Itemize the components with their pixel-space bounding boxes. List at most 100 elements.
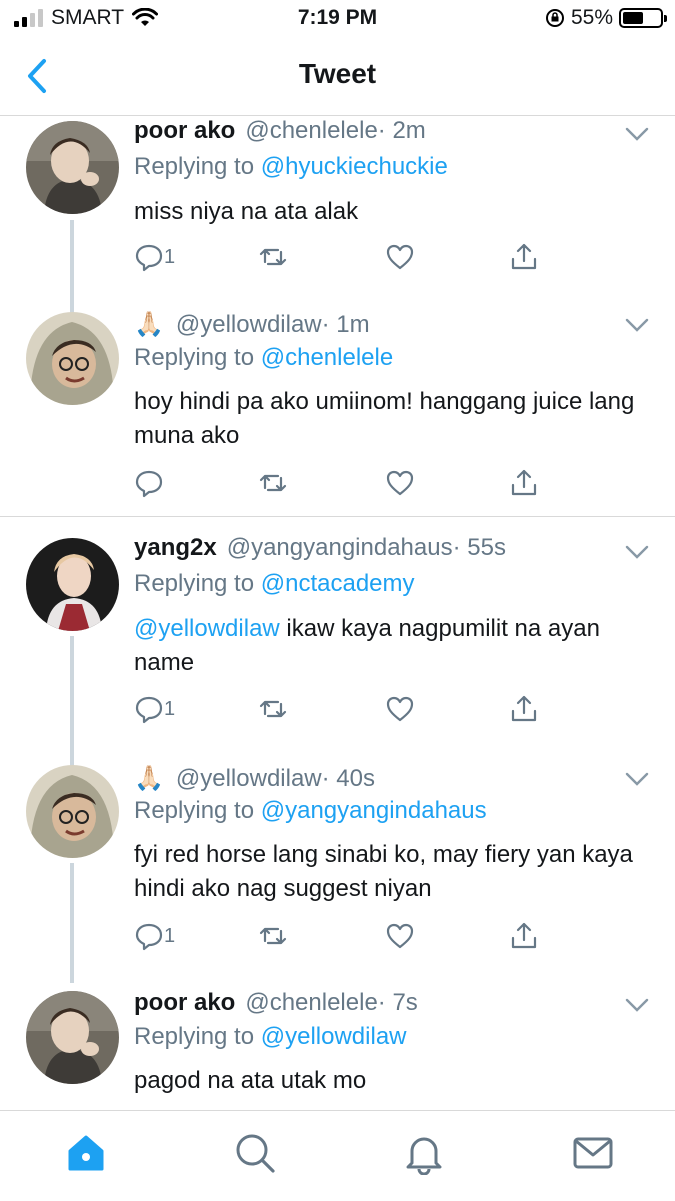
messages-icon[interactable] <box>571 1131 615 1175</box>
retweet-button[interactable] <box>258 242 288 272</box>
tweet-actions: 1 <box>134 694 554 726</box>
avatar[interactable] <box>26 312 119 405</box>
battery-percent: 55% <box>570 6 613 29</box>
retweet-icon <box>259 927 287 945</box>
tweet-header: 🙏🏻 @yellowdilaw · 40s <box>134 764 375 793</box>
timestamp: · 7s <box>377 989 418 1016</box>
display-name[interactable]: yang2x <box>134 534 217 562</box>
replying-to-label: Replying to <box>134 1023 255 1050</box>
replying-to-mention[interactable]: @hyuckiechuckie <box>261 153 448 180</box>
tab-bar <box>0 1110 675 1201</box>
tweet-header: 🙏🏻 @yellowdilaw · 1m <box>134 310 370 339</box>
reply-count: 1 <box>164 924 176 947</box>
nav-header: Tweet <box>0 38 675 116</box>
like-button[interactable] <box>385 694 415 724</box>
share-button[interactable] <box>509 921 539 951</box>
reply-icon <box>135 923 163 951</box>
replying-to: Replying to @yangyangindahaus <box>134 797 487 825</box>
replying-to-mention[interactable]: @nctacademy <box>261 570 415 597</box>
text-mention[interactable]: @yellowdilaw <box>134 615 280 642</box>
reply-icon <box>135 244 163 272</box>
battery-fill <box>623 12 643 24</box>
share-icon <box>511 469 537 496</box>
chevron-down-icon[interactable] <box>625 544 649 560</box>
like-button[interactable] <box>385 468 415 498</box>
display-name-emoji[interactable]: 🙏🏻 <box>134 310 164 339</box>
like-button[interactable] <box>385 242 415 272</box>
retweet-icon <box>259 474 287 492</box>
retweet-button[interactable] <box>258 921 288 951</box>
page-title: Tweet <box>298 58 377 89</box>
notifications-icon[interactable] <box>402 1131 446 1175</box>
username[interactable]: @yangyangindahaus <box>227 534 453 562</box>
share-button[interactable] <box>509 242 539 272</box>
heart-icon <box>386 696 414 722</box>
replying-to-label: Replying to <box>134 153 255 180</box>
avatar[interactable] <box>26 991 119 1084</box>
replying-to-label: Replying to <box>134 570 255 597</box>
status-right: 55% <box>545 6 667 30</box>
tweet-text: hoy hindi pa ako umiinom! hanggang juice… <box>134 388 635 449</box>
search-icon[interactable] <box>233 1131 277 1175</box>
retweet-button[interactable] <box>258 694 288 724</box>
tweet-text: miss niya na ata alak <box>134 198 359 225</box>
reply-count: 1 <box>164 245 176 268</box>
username[interactable]: @yellowdilaw <box>176 311 322 339</box>
reply-count: 1 <box>164 697 176 720</box>
share-button[interactable] <box>509 694 539 724</box>
display-name[interactable]: poor ako <box>134 117 235 145</box>
heart-icon <box>386 244 414 270</box>
timestamp: · 55s <box>452 534 506 561</box>
orientation-lock-icon <box>545 9 564 27</box>
retweet-icon <box>259 248 287 266</box>
reply-button[interactable]: 1 <box>134 242 175 272</box>
chevron-down-icon[interactable] <box>625 771 649 787</box>
replying-to: Replying to @chenlelele <box>134 344 393 372</box>
reply-button[interactable] <box>134 468 164 498</box>
username[interactable]: @yellowdilaw <box>176 765 322 793</box>
replying-to-mention[interactable]: @yangyangindahaus <box>261 797 487 824</box>
tweet-header: poor ako @chenlelele · 7s <box>134 989 418 1017</box>
share-icon <box>511 695 537 722</box>
share-button[interactable] <box>509 468 539 498</box>
share-icon <box>511 922 537 949</box>
replying-to-mention[interactable]: @chenlelele <box>261 344 393 371</box>
replying-to: Replying to @hyuckiechuckie <box>134 153 448 181</box>
reply-button[interactable]: 1 <box>134 694 175 724</box>
heart-icon <box>386 923 414 949</box>
replying-to-mention[interactable]: @yellowdilaw <box>261 1023 407 1050</box>
avatar[interactable] <box>26 538 119 631</box>
display-name-emoji[interactable]: 🙏🏻 <box>134 764 164 793</box>
display-name[interactable]: poor ako <box>134 989 235 1017</box>
tweet-text: fyi red horse lang sinabi ko, may fiery … <box>134 841 633 902</box>
status-bar: SMART 7:19 PM 55% <box>0 0 675 38</box>
chevron-down-icon[interactable] <box>625 317 649 333</box>
replying-to-label: Replying to <box>134 797 255 824</box>
chevron-down-icon[interactable] <box>625 997 649 1013</box>
replying-to: Replying to @nctacademy <box>134 570 415 598</box>
avatar[interactable] <box>26 121 119 214</box>
share-icon <box>511 243 537 270</box>
reply-icon <box>135 470 163 498</box>
username[interactable]: @chenlelele <box>245 989 377 1017</box>
timestamp: · 2m <box>377 117 426 144</box>
retweet-button[interactable] <box>258 468 288 498</box>
avatar[interactable] <box>26 765 119 858</box>
reply-icon <box>135 696 163 724</box>
tweet-actions: 1 <box>134 921 554 953</box>
tweet-actions <box>134 468 554 500</box>
chevron-down-icon[interactable] <box>625 126 649 142</box>
tweet-text: pagod na ata utak mo <box>134 1067 367 1094</box>
thread-line <box>70 863 74 983</box>
heart-icon <box>386 470 414 496</box>
tweet-text: @yellowdilaw ikaw kaya nagpumilit na aya… <box>134 612 654 680</box>
username[interactable]: @chenlelele <box>245 117 377 145</box>
tweet-header: yang2x @yangyangindahaus · 55s <box>134 534 506 562</box>
battery-icon <box>619 8 667 28</box>
reply-button[interactable]: 1 <box>134 921 175 951</box>
replying-to: Replying to @yellowdilaw <box>134 1023 407 1051</box>
home-icon[interactable] <box>64 1131 108 1175</box>
thread-divider <box>0 516 675 517</box>
retweet-icon <box>259 700 287 718</box>
like-button[interactable] <box>385 921 415 951</box>
